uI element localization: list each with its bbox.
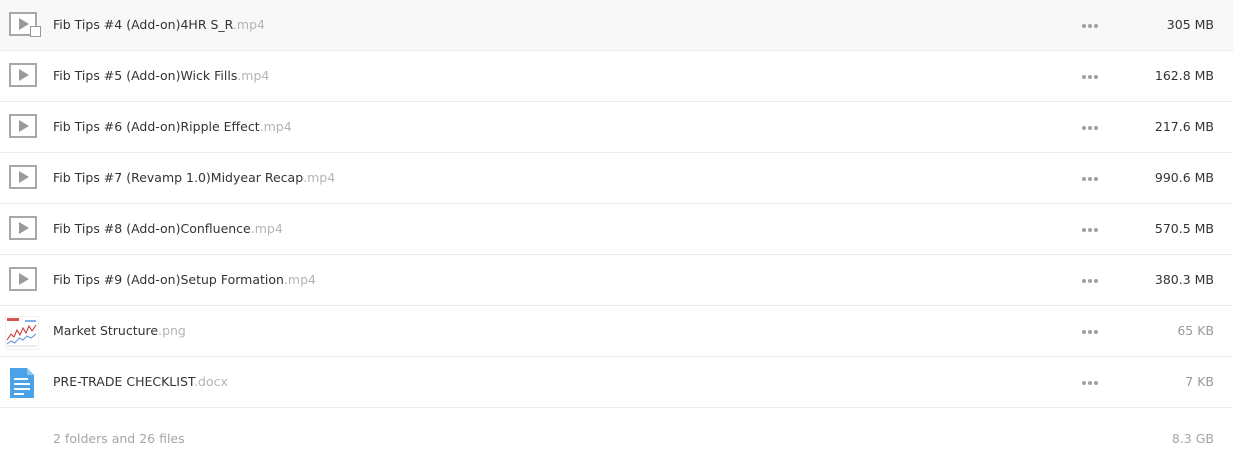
more-options-icon[interactable] <box>1080 122 1100 132</box>
file-name[interactable]: Fib Tips #9 (Add-on)Setup Formation.mp4 <box>53 255 316 305</box>
play-icon <box>9 216 37 240</box>
file-name[interactable]: Fib Tips #4 (Add-on)4HR S_R.mp4 <box>53 0 265 50</box>
play-icon <box>9 63 37 87</box>
more-options-icon[interactable] <box>1080 275 1100 285</box>
file-row[interactable]: Market Structure.png 65 KB <box>0 306 1233 357</box>
file-name[interactable]: Market Structure.png <box>53 306 186 356</box>
more-options-icon[interactable] <box>1080 224 1100 234</box>
document-icon <box>10 368 34 398</box>
file-extension: .mp4 <box>303 170 336 185</box>
file-extension: .mp4 <box>259 119 292 134</box>
file-extension: .mp4 <box>250 221 283 236</box>
more-options-icon[interactable] <box>1080 326 1100 336</box>
file-size: 65 KB <box>1177 323 1214 338</box>
file-size: 990.6 MB <box>1154 170 1214 185</box>
file-row[interactable]: Fib Tips #7 (Revamp 1.0)Midyear Recap.mp… <box>0 153 1233 204</box>
file-name[interactable]: PRE-TRADE CHECKLIST.docx <box>53 357 228 407</box>
file-size: 380.3 MB <box>1154 272 1214 287</box>
total-size: 8.3 GB <box>1171 431 1214 446</box>
file-row[interactable]: Fib Tips #9 (Add-on)Setup Formation.mp4 … <box>0 255 1233 306</box>
file-row[interactable]: Fib Tips #4 (Add-on)4HR S_R.mp4 305 MB <box>0 0 1233 51</box>
play-icon <box>9 267 37 291</box>
file-name[interactable]: Fib Tips #5 (Add-on)Wick Fills.mp4 <box>53 51 269 101</box>
file-name[interactable]: Fib Tips #8 (Add-on)Confluence.mp4 <box>53 204 283 254</box>
file-size: 7 KB <box>1185 374 1214 389</box>
file-extension: .mp4 <box>283 272 316 287</box>
more-options-icon[interactable] <box>1080 71 1100 81</box>
file-name[interactable]: Fib Tips #7 (Revamp 1.0)Midyear Recap.mp… <box>53 153 335 203</box>
file-extension: .mp4 <box>237 68 270 83</box>
file-name[interactable]: Fib Tips #6 (Add-on)Ripple Effect.mp4 <box>53 102 292 152</box>
file-size: 217.6 MB <box>1154 119 1214 134</box>
file-row[interactable]: Fib Tips #6 (Add-on)Ripple Effect.mp4 21… <box>0 102 1233 153</box>
list-footer: 2 folders and 26 files 8.3 GB <box>0 408 1233 468</box>
file-row[interactable]: Fib Tips #8 (Add-on)Confluence.mp4 570.5… <box>0 204 1233 255</box>
file-size: 570.5 MB <box>1154 221 1214 236</box>
select-checkbox[interactable] <box>30 26 41 37</box>
more-options-icon[interactable] <box>1080 173 1100 183</box>
file-extension: .png <box>158 323 186 338</box>
play-icon <box>9 114 37 138</box>
folder-file-count: 2 folders and 26 files <box>53 431 185 446</box>
file-extension: .mp4 <box>232 17 265 32</box>
file-size: 305 MB <box>1166 17 1214 32</box>
more-options-icon[interactable] <box>1080 377 1100 387</box>
file-extension: .docx <box>194 374 228 389</box>
file-size: 162.8 MB <box>1154 68 1214 83</box>
more-options-icon[interactable] <box>1080 20 1100 30</box>
file-row[interactable]: PRE-TRADE CHECKLIST.docx 7 KB <box>0 357 1233 408</box>
image-thumbnail <box>5 316 39 350</box>
file-row[interactable]: Fib Tips #5 (Add-on)Wick Fills.mp4 162.8… <box>0 51 1233 102</box>
play-icon <box>9 165 37 189</box>
file-list: Fib Tips #4 (Add-on)4HR S_R.mp4 305 MB F… <box>0 0 1233 468</box>
